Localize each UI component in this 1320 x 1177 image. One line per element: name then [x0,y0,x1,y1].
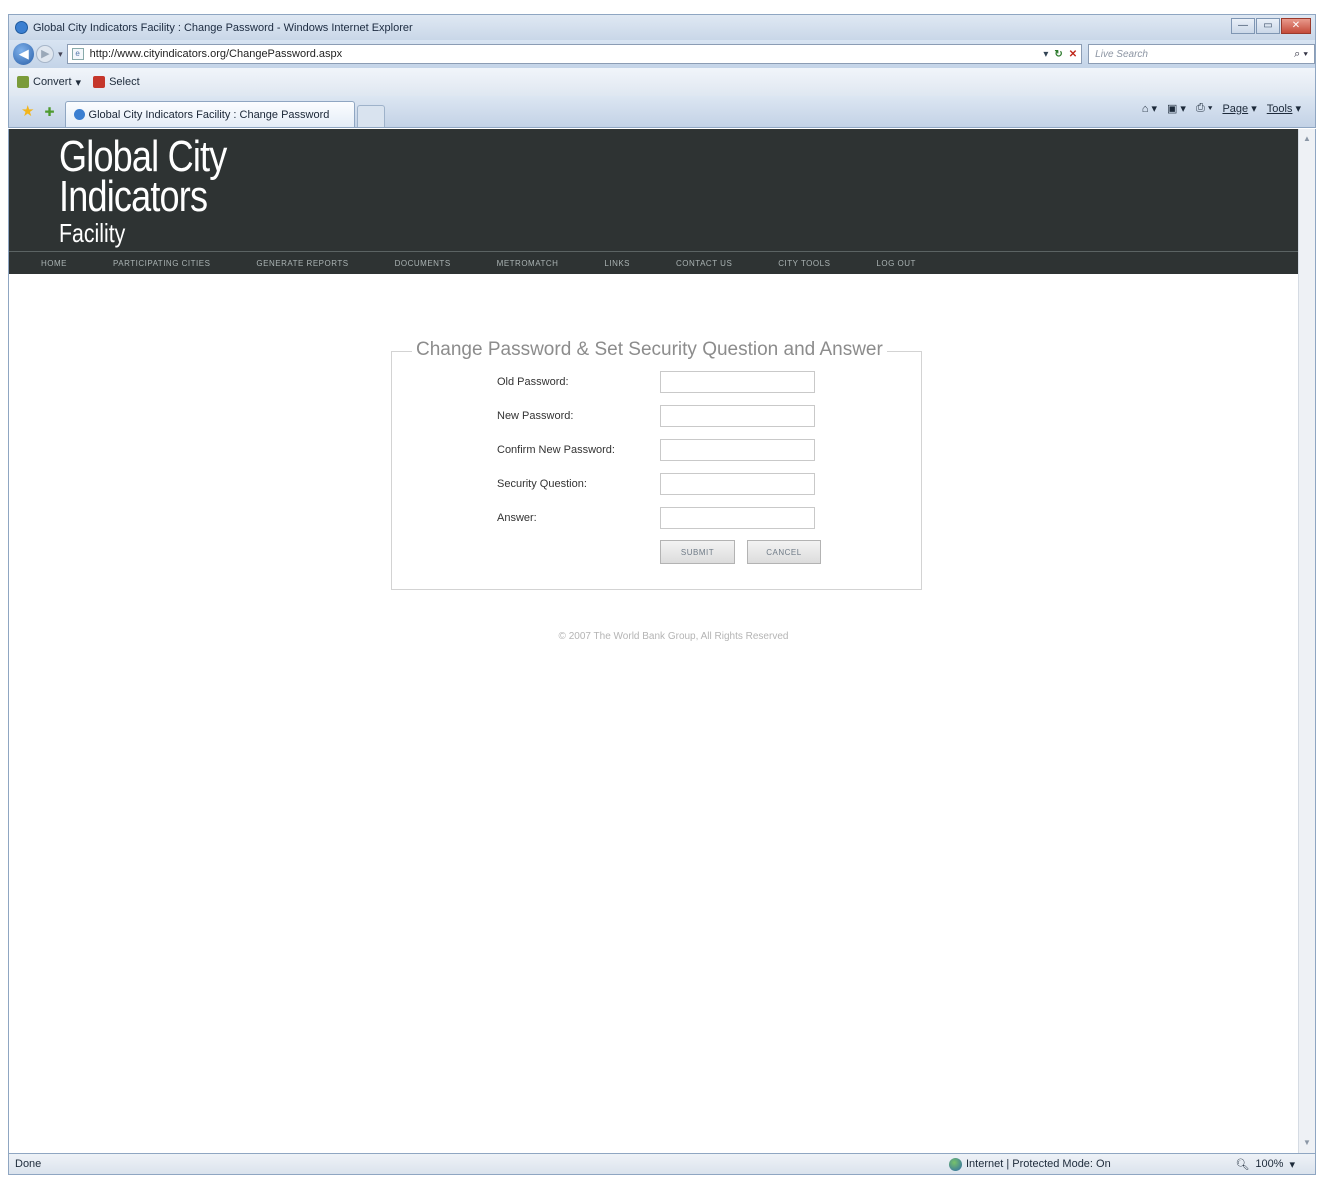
ie-logo-icon [15,21,28,34]
search-input[interactable]: Live Search ⌕ ▾ [1088,44,1316,64]
tools-menu[interactable]: Tools ▾ [1267,102,1301,115]
globe-icon [949,1157,962,1171]
confirm-password-field[interactable] [660,439,815,461]
forward-button[interactable]: ▶ [36,45,55,63]
new-password-row: New Password: [497,405,815,427]
form-legend: Change Password & Set Security Question … [412,339,887,361]
answer-label: Answer: [497,512,537,524]
page-icon: e [71,48,84,60]
refresh-icon[interactable]: ↻ [1054,49,1062,60]
old-password-row: Old Password: [497,371,815,393]
stop-icon[interactable]: ✕ [1069,49,1077,60]
new-password-field[interactable] [660,405,815,427]
zone-text: Internet | Protected Mode: On [966,1158,1111,1170]
new-tab-button[interactable] [356,105,385,127]
answer-field[interactable] [660,507,815,529]
url-dropdown-icon[interactable]: ▾ [1043,49,1048,60]
tab-label: Global City Indicators Facility : Change… [88,108,330,121]
nav-log-out[interactable]: LOG OUT [876,259,916,268]
maximize-button[interactable]: ▭ [1256,18,1280,34]
command-bar: Convert ▾ Select [8,68,1316,96]
status-bar: Done Internet | Protected Mode: On 🔍︎ 10… [8,1153,1316,1175]
select-button[interactable]: Select [93,76,140,88]
new-password-label: New Password: [497,410,574,422]
nav-documents[interactable]: DOCUMENTS [395,259,451,268]
zoom-level: 100% [1255,1158,1284,1170]
security-question-field[interactable] [660,473,815,495]
tab-change-password[interactable]: Global City Indicators Facility : Change… [64,101,355,127]
site-logo[interactable]: Global City Indicators Facility [59,134,227,246]
cancel-button[interactable]: CANCEL [747,540,821,564]
security-zone[interactable]: Internet | Protected Mode: On [949,1157,1111,1171]
search-placeholder: Live Search [1095,48,1148,60]
select-icon [93,76,106,88]
old-password-field[interactable] [660,371,815,393]
favorites-star-icon[interactable]: ★ [21,102,34,120]
site-header: Global City Indicators Facility [9,129,1298,251]
tab-page-icon [73,109,85,120]
confirm-password-row: Confirm New Password: [497,439,815,461]
zoom-dropdown-icon[interactable]: ▾ [1289,1158,1295,1171]
status-text: Done [15,1158,42,1170]
feeds-icon[interactable]: ▣ ▾ [1167,102,1186,115]
convert-icon [17,76,29,88]
nav-city-tools[interactable]: CITY TOOLS [778,259,830,268]
nav-contact-us[interactable]: CONTACT US [676,259,732,268]
window-controls: — ▭ ✕ [1231,18,1311,34]
address-field[interactable]: e http://www.cityindicators.org/ChangePa… [66,44,1083,64]
page-viewport: Global City Indicators Facility HOME PAR… [8,129,1316,1153]
convert-button[interactable]: Convert ▾ [17,76,81,89]
answer-row: Answer: [497,507,815,529]
window-title: Global City Indicators Facility : Change… [33,21,413,34]
history-dropdown-icon[interactable]: ▾ [58,49,63,60]
nav-metromatch[interactable]: METROMATCH [497,259,559,268]
vertical-scrollbar[interactable]: ▲ ▼ [1298,129,1315,1153]
close-button[interactable]: ✕ [1281,18,1311,34]
change-password-form: Change Password & Set Security Question … [391,339,922,590]
nav-generate-reports[interactable]: GENERATE REPORTS [256,259,348,268]
zoom-icon: 🔍︎ [1235,1158,1250,1171]
address-toolbar: ◀ ▶ ▾ e http://www.cityindicators.org/Ch… [8,40,1316,68]
window-titlebar: Global City Indicators Facility : Change… [8,14,1316,40]
submit-button[interactable]: SUBMIT [660,540,735,564]
site-nav: HOME PARTICIPATING CITIES GENERATE REPOR… [9,251,1298,274]
toolbar-right: ⌂ ▾ ▣ ▾ ⎙ ▾ Page ▾ Tools ▾ [1142,102,1301,115]
scroll-up-icon[interactable]: ▲ [1299,131,1315,147]
nav-home[interactable]: HOME [41,259,67,268]
nav-participating-cities[interactable]: PARTICIPATING CITIES [113,259,210,268]
zoom-control[interactable]: 🔍︎ 100% ▾ [1235,1158,1295,1171]
nav-links[interactable]: LINKS [604,259,630,268]
footer-copyright: © 2007 The World Bank Group, All Rights … [558,631,789,642]
security-question-label: Security Question: [497,478,587,490]
print-icon[interactable]: ⎙ ▾ [1196,102,1212,115]
confirm-password-label: Confirm New Password: [497,444,615,456]
home-icon[interactable]: ⌂ ▾ [1142,102,1157,115]
security-question-row: Security Question: [497,473,815,495]
tab-bar: ★ ✚ Global City Indicators Facility : Ch… [8,96,1316,128]
add-favorites-icon[interactable]: ✚ [44,105,54,119]
old-password-label: Old Password: [497,376,569,388]
minimize-button[interactable]: — [1231,18,1255,34]
back-button[interactable]: ◀ [13,43,35,65]
search-icon[interactable]: ⌕ ▾ [1294,48,1308,61]
convert-dropdown-icon[interactable]: ▾ [76,76,82,89]
page-menu[interactable]: Page ▾ [1222,102,1256,115]
scroll-down-icon[interactable]: ▼ [1299,1135,1315,1151]
url-text[interactable]: http://www.cityindicators.org/ChangePass… [90,48,1044,60]
